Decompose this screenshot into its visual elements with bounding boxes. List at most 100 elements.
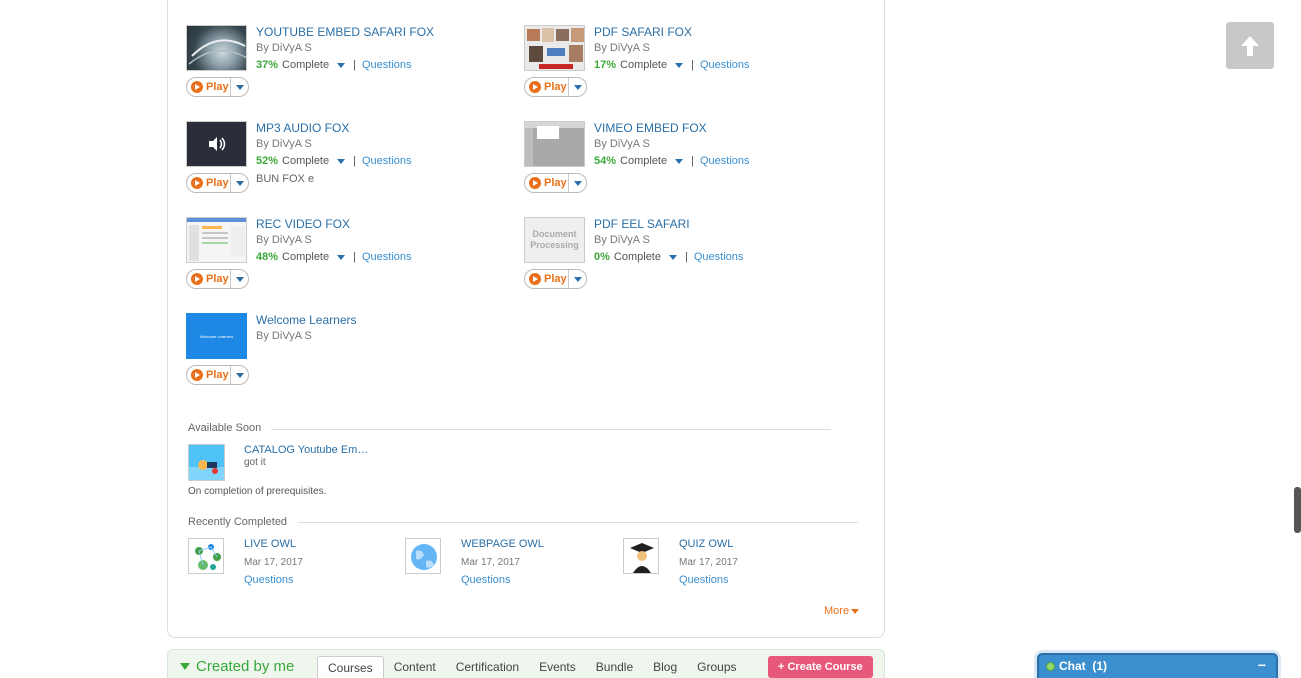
divider <box>298 522 858 523</box>
chat-widget[interactable]: Chat (1) − <box>1037 653 1278 678</box>
course-thumbnail[interactable] <box>524 121 585 167</box>
course-progress: 54% Complete | Questions <box>594 155 750 167</box>
completed-item-title[interactable]: QUIZ OWL <box>679 538 733 550</box>
course-progress: 48% Complete | Questions <box>256 251 412 263</box>
progress-label: Complete <box>282 155 330 167</box>
graduate-icon[interactable] <box>623 538 659 574</box>
course-author: By DiVyA S <box>594 234 650 246</box>
network-icon[interactable] <box>188 538 224 574</box>
play-menu-chevron-icon[interactable] <box>231 84 248 90</box>
chevron-down-icon <box>851 608 860 614</box>
chevron-down-icon[interactable] <box>675 158 684 164</box>
questions-link[interactable]: Questions <box>362 251 412 263</box>
course-author: By DiVyA S <box>256 138 312 150</box>
created-by-me-toggle[interactable]: Created by me <box>180 658 294 675</box>
more-button[interactable]: More <box>824 605 860 617</box>
play-button[interactable]: Play <box>524 173 587 193</box>
play-menu-chevron-icon[interactable] <box>569 84 586 90</box>
available-soon-heading: Available Soon <box>188 422 262 434</box>
tab-events[interactable]: Events <box>529 656 586 678</box>
course-note: BUN FOX e <box>256 173 315 185</box>
questions-link[interactable]: Questions <box>694 251 744 263</box>
course-title[interactable]: MP3 AUDIO FOX <box>256 121 349 135</box>
play-menu-chevron-icon[interactable] <box>569 276 586 282</box>
completed-item-title[interactable]: WEBPAGE OWL <box>461 538 544 550</box>
questions-link[interactable]: Questions <box>679 574 729 586</box>
chevron-down-icon[interactable] <box>337 158 346 164</box>
play-label: Play <box>206 369 229 381</box>
course-thumbnail[interactable]: Welcome Learners <box>186 313 247 359</box>
divider <box>271 429 831 430</box>
play-icon <box>191 369 203 381</box>
course-progress: 17% Complete | Questions <box>594 59 750 71</box>
course-title[interactable]: YOUTUBE EMBED SAFARI FOX <box>256 25 434 39</box>
play-menu-chevron-icon[interactable] <box>569 180 586 186</box>
play-label: Play <box>206 273 229 285</box>
globe-icon[interactable] <box>405 538 441 574</box>
progress-percent: 0% <box>594 251 610 263</box>
course-progress: 0% Complete | Questions <box>594 251 743 263</box>
progress-label: Complete <box>620 59 668 71</box>
play-button[interactable]: Play <box>186 77 249 97</box>
questions-link[interactable]: Questions <box>362 59 412 71</box>
play-icon <box>191 177 203 189</box>
chevron-down-icon[interactable] <box>337 254 346 260</box>
play-button[interactable]: Play <box>186 269 249 289</box>
progress-percent: 17% <box>594 59 617 71</box>
course-card: PDF SAFARI FOX By DiVyA S 17% Complete |… <box>524 25 854 105</box>
tab-content[interactable]: Content <box>384 656 446 678</box>
play-button[interactable]: Play <box>186 365 249 385</box>
scroll-to-top-button[interactable] <box>1226 22 1274 69</box>
play-menu-chevron-icon[interactable] <box>231 276 248 282</box>
course-title[interactable]: VIMEO EMBED FOX <box>594 121 707 135</box>
course-thumbnail[interactable] <box>186 217 247 263</box>
play-label: Play <box>544 273 567 285</box>
course-card: VIMEO EMBED FOX By DiVyA S 54% Complete … <box>524 121 854 201</box>
separator: | <box>691 59 694 71</box>
course-title[interactable]: Welcome Learners <box>256 313 357 327</box>
course-thumbnail[interactable] <box>186 25 247 71</box>
catalog-thumbnail[interactable] <box>188 444 225 481</box>
questions-link[interactable]: Questions <box>362 155 412 167</box>
separator: | <box>684 251 688 263</box>
course-title[interactable]: PDF SAFARI FOX <box>594 25 692 39</box>
course-title[interactable]: PDF EEL SAFARI <box>594 217 690 231</box>
course-title[interactable]: REC VIDEO FOX <box>256 217 350 231</box>
questions-link[interactable]: Questions <box>700 155 750 167</box>
chevron-down-icon[interactable] <box>337 62 346 68</box>
play-button[interactable]: Play <box>524 77 587 97</box>
questions-link[interactable]: Questions <box>244 574 294 586</box>
course-author: By DiVyA S <box>594 138 650 150</box>
course-progress: 52% Complete | Questions <box>256 155 412 167</box>
created-by-me-title: Created by me <box>196 658 295 675</box>
online-status-icon <box>1046 662 1055 671</box>
tab-certification[interactable]: Certification <box>446 656 529 678</box>
course-thumbnail[interactable]: Document Processing <box>524 217 585 263</box>
tab-groups[interactable]: Groups <box>687 656 746 678</box>
chevron-down-icon[interactable] <box>675 62 684 68</box>
questions-link[interactable]: Questions <box>461 574 511 586</box>
tab-blog[interactable]: Blog <box>643 656 687 678</box>
tab-courses[interactable]: Courses <box>317 656 384 678</box>
separator: | <box>353 59 356 71</box>
minimize-icon[interactable]: − <box>1258 657 1266 673</box>
scrollbar-thumb[interactable] <box>1294 487 1301 533</box>
completed-item-title[interactable]: LIVE OWL <box>244 538 296 550</box>
play-button[interactable]: Play <box>186 173 249 193</box>
learner-courses-panel: YOUTUBE EMBED SAFARI FOX By DiVyA S 37% … <box>167 0 885 638</box>
play-button[interactable]: Play <box>524 269 587 289</box>
chevron-down-icon[interactable] <box>668 254 677 260</box>
questions-link[interactable]: Questions <box>700 59 750 71</box>
play-menu-chevron-icon[interactable] <box>231 180 248 186</box>
play-menu-chevron-icon[interactable] <box>231 372 248 378</box>
progress-percent: 54% <box>594 155 617 167</box>
create-course-button[interactable]: + Create Course <box>768 656 873 678</box>
progress-percent: 52% <box>256 155 279 167</box>
course-thumbnail[interactable] <box>186 121 247 167</box>
course-thumbnail[interactable] <box>524 25 585 71</box>
created-by-me-panel: Created by me Courses Content Certificat… <box>167 649 885 678</box>
catalog-item-title[interactable]: CATALOG Youtube Em… <box>244 444 368 456</box>
progress-percent: 37% <box>256 59 279 71</box>
completed-item: LIVE OWL Mar 17, 2017 Questions <box>188 538 388 588</box>
tab-bundle[interactable]: Bundle <box>586 656 643 678</box>
